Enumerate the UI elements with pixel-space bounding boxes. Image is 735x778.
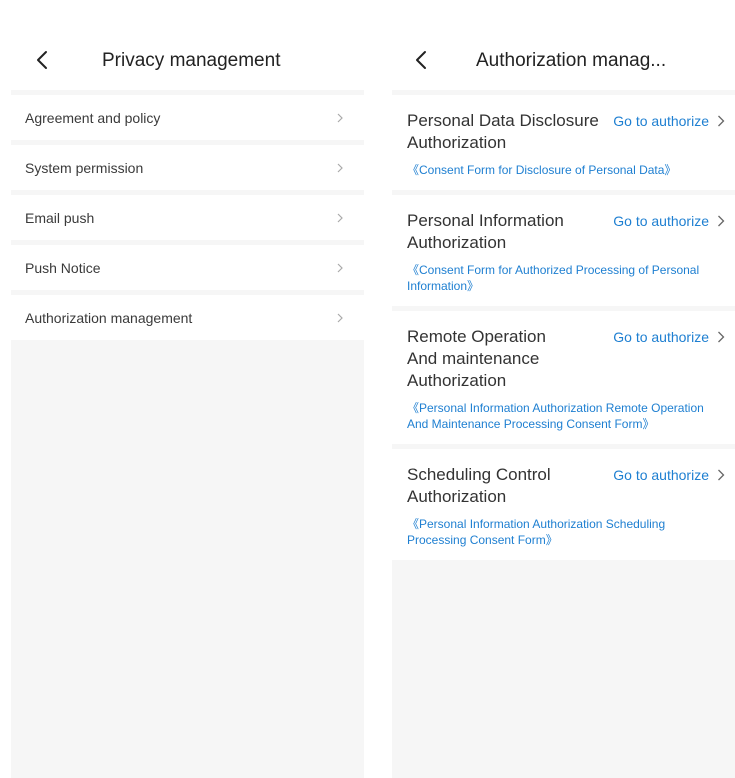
- go-to-authorize-label: Go to authorize: [613, 329, 709, 345]
- auth-card-title-line: Authorization: [407, 233, 507, 252]
- go-to-authorize-button[interactable]: Go to authorize: [613, 465, 725, 485]
- menu-item-authorization-management[interactable]: Authorization management: [11, 295, 364, 340]
- chevron-left-icon: [416, 51, 426, 69]
- auth-card-title-line: Authorization: [407, 487, 507, 506]
- go-to-authorize-label: Go to authorize: [613, 213, 709, 229]
- go-to-authorize-label: Go to authorize: [613, 467, 709, 483]
- privacy-menu-list: Agreement and policy System permission E…: [11, 95, 364, 345]
- auth-card-personal-information: Personal Information Authorization Go to…: [392, 195, 735, 306]
- authorization-list: Personal Data Disclosure Authorization G…: [392, 95, 735, 565]
- consent-form-link[interactable]: 《Personal Information Authorization Sche…: [407, 516, 725, 548]
- chevron-right-icon: [718, 469, 725, 481]
- auth-card-personal-data-disclosure: Personal Data Disclosure Authorization G…: [392, 95, 735, 190]
- consent-form-link[interactable]: 《Personal Information Authorization Remo…: [407, 400, 725, 432]
- go-to-authorize-button[interactable]: Go to authorize: [613, 111, 725, 131]
- menu-item-agreement-policy[interactable]: Agreement and policy: [11, 95, 364, 140]
- chevron-right-icon: [337, 213, 343, 223]
- consent-form-link[interactable]: 《Consent Form for Disclosure of Personal…: [407, 162, 725, 178]
- page-title: Authorization manag...: [476, 50, 667, 71]
- menu-item-email-push[interactable]: Email push: [11, 195, 364, 240]
- chevron-right-icon: [718, 215, 725, 227]
- chevron-right-icon: [337, 113, 343, 123]
- auth-card-title-line: Authorization: [407, 133, 507, 152]
- back-button[interactable]: [31, 48, 55, 72]
- menu-item-label: Agreement and policy: [25, 110, 161, 126]
- privacy-management-screen: Privacy management Agreement and policy …: [11, 0, 364, 778]
- chevron-right-icon: [337, 313, 343, 323]
- menu-item-system-permission[interactable]: System permission: [11, 145, 364, 190]
- menu-item-label: System permission: [25, 160, 144, 176]
- menu-item-label: Push Notice: [25, 260, 101, 276]
- auth-card-title-line: And maintenance: [407, 349, 540, 368]
- back-button[interactable]: [410, 48, 434, 72]
- consent-form-link[interactable]: 《Consent Form for Authorized Processing …: [407, 262, 725, 294]
- go-to-authorize-button[interactable]: Go to authorize: [613, 327, 725, 347]
- chevron-right-icon: [337, 163, 343, 173]
- auth-card-remote-operation: Remote Operation And maintenance Authori…: [392, 311, 735, 444]
- chevron-right-icon: [718, 331, 725, 343]
- go-to-authorize-button[interactable]: Go to authorize: [613, 211, 725, 231]
- menu-item-push-notice[interactable]: Push Notice: [11, 245, 364, 290]
- chevron-right-icon: [718, 115, 725, 127]
- right-top-bar: Authorization manag...: [392, 0, 735, 90]
- go-to-authorize-label: Go to authorize: [613, 113, 709, 129]
- left-top-bar: Privacy management: [11, 0, 364, 90]
- chevron-right-icon: [337, 263, 343, 273]
- menu-item-label: Email push: [25, 210, 95, 226]
- chevron-left-icon: [37, 51, 47, 69]
- auth-card-title-line: Authorization: [407, 371, 507, 390]
- menu-item-label: Authorization management: [25, 310, 193, 326]
- auth-card-scheduling-control: Scheduling Control Authorization Go to a…: [392, 449, 735, 560]
- authorization-management-screen: Authorization manag... Personal Data Dis…: [392, 0, 735, 778]
- page-title: Privacy management: [102, 50, 281, 71]
